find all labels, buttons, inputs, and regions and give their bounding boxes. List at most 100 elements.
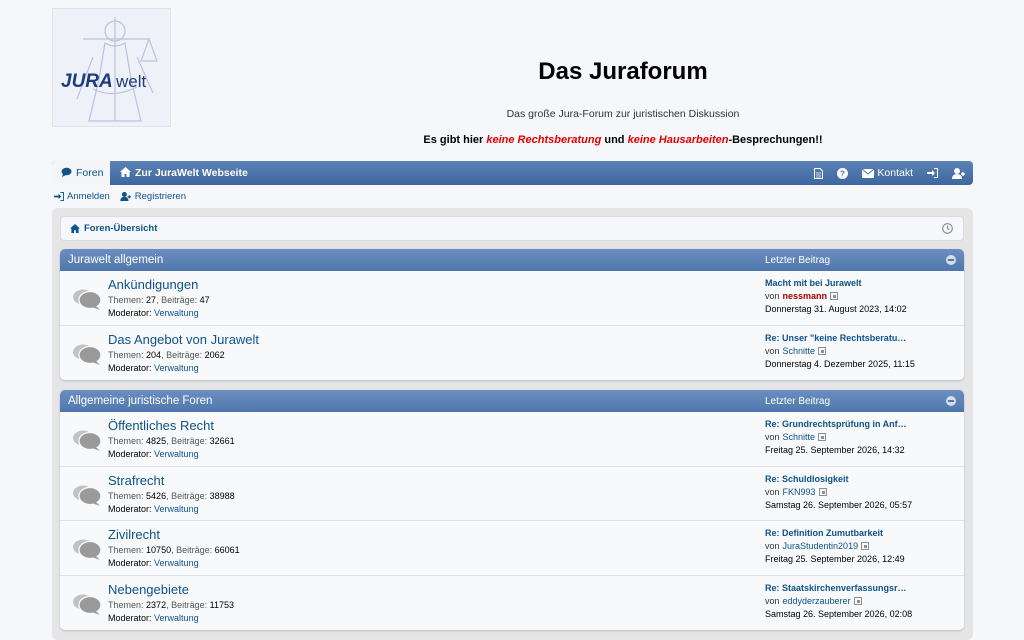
forum-stats: Themen: 204, Beiträge: 2062 bbox=[108, 349, 225, 360]
moderator-label: Moderator: bbox=[108, 449, 152, 459]
help-button[interactable]: ? bbox=[830, 161, 855, 185]
forum-title-link[interactable]: Das Angebot von Jurawelt bbox=[108, 332, 259, 347]
forum-read-icon bbox=[72, 429, 102, 454]
tab-foren[interactable]: Foren bbox=[52, 161, 110, 185]
tab-jurawelt-website[interactable]: Zur JuraWelt Webseite bbox=[110, 161, 248, 185]
by-label: von bbox=[765, 541, 780, 551]
forum-read-icon bbox=[72, 593, 102, 618]
posts-label: Beiträge: bbox=[171, 436, 208, 446]
question-icon: ? bbox=[837, 167, 849, 179]
topics-label: Themen: bbox=[108, 545, 144, 555]
forum-read-icon bbox=[72, 288, 102, 313]
moderator-link[interactable]: Verwaltung bbox=[154, 449, 199, 459]
last-post-header: Letzter Beitrag bbox=[765, 254, 831, 266]
envelope-icon bbox=[862, 168, 875, 178]
forum-stats: Themen: 10750, Beiträge: 66061 bbox=[108, 545, 240, 555]
category-header: Jurawelt allgemein Letzter Beitrag bbox=[60, 249, 964, 271]
category-title[interactable]: Allgemeine juristische Foren bbox=[68, 395, 212, 407]
svg-text:JURA: JURA bbox=[61, 71, 113, 92]
last-post-title-link[interactable]: Macht mit bei Jurawelt bbox=[765, 278, 915, 288]
register-button[interactable] bbox=[945, 161, 973, 185]
view-latest-post-icon[interactable] bbox=[861, 542, 870, 550]
site-logo[interactable]: JURA welt bbox=[52, 8, 171, 127]
posts-count: 66061 bbox=[214, 545, 240, 555]
login-link[interactable]: Anmelden bbox=[54, 191, 110, 202]
last-post: Re: Unser "keine Rechtsberatu… von Schnitt… bbox=[765, 333, 955, 369]
last-post-user-link[interactable]: FKN993 bbox=[783, 487, 816, 497]
user-plus-icon bbox=[120, 192, 131, 201]
justitia-logo-image: JURA welt bbox=[53, 9, 170, 126]
forum-list: Öffentliches Recht Themen: 4825, Beiträge… bbox=[60, 412, 964, 630]
forum-moderator: Moderator: Verwaltung bbox=[108, 558, 199, 568]
last-post-user-link[interactable]: eddyderzauberer bbox=[783, 596, 851, 606]
view-latest-post-icon[interactable] bbox=[830, 292, 839, 300]
collapse-icon[interactable] bbox=[946, 396, 956, 406]
last-post-user-link[interactable]: JuraStudentin2019 bbox=[783, 541, 859, 551]
last-post-title-link[interactable]: Re: Definition Zumutbarkeit bbox=[765, 528, 915, 538]
collapse-icon[interactable] bbox=[946, 255, 956, 265]
last-post-user-link[interactable]: Schnitte bbox=[783, 346, 816, 356]
faq-document-button[interactable] bbox=[807, 161, 830, 185]
topics-label: Themen: bbox=[108, 436, 144, 446]
sign-in-icon bbox=[54, 192, 64, 201]
last-post-title-link[interactable]: Re: Staatskirchenverfassungsr… bbox=[765, 583, 915, 593]
topics-label: Themen: bbox=[108, 295, 144, 305]
breadcrumb[interactable]: Foren-Übersicht bbox=[60, 216, 964, 241]
svg-text:welt: welt bbox=[115, 72, 147, 91]
contact-label: Kontakt bbox=[877, 167, 913, 179]
forum-stats: Themen: 2372, Beiträge: 11753 bbox=[108, 599, 234, 610]
last-post: Macht mit bei Jurawelt von nessmann Donners… bbox=[765, 278, 955, 314]
by-label: von bbox=[765, 486, 780, 497]
forum-stats: Themen: 5426, Beiträge: 38988 bbox=[108, 490, 235, 501]
posts-label: Beiträge: bbox=[161, 295, 198, 305]
posts-label: Beiträge: bbox=[171, 599, 208, 610]
forum-title-link[interactable]: Ankündigungen bbox=[108, 277, 198, 292]
by-label: von bbox=[765, 432, 780, 442]
last-post-date: Donnerstag 4. Dezember 2025, 11:15 bbox=[765, 358, 915, 369]
last-post-header: Letzter Beitrag bbox=[765, 395, 831, 407]
notice-text: Es gibt hier bbox=[423, 134, 487, 146]
forum-row: Öffentliches Recht Themen: 4825, Beiträge… bbox=[60, 412, 964, 467]
moderator-link[interactable]: Verwaltung bbox=[154, 613, 199, 623]
view-latest-post-icon[interactable] bbox=[818, 433, 827, 441]
moderator-link[interactable]: Verwaltung bbox=[154, 558, 199, 568]
forum-title-link[interactable]: Öffentliches Recht bbox=[108, 418, 214, 433]
contact-button[interactable]: Kontakt bbox=[855, 161, 920, 185]
moderator-link[interactable]: Verwaltung bbox=[154, 504, 199, 514]
moderator-label: Moderator: bbox=[108, 558, 152, 568]
last-post-user-link[interactable]: Schnitte bbox=[783, 432, 816, 442]
posts-count: 11753 bbox=[209, 599, 234, 610]
forum-read-icon bbox=[72, 343, 102, 368]
last-post-title-link[interactable]: Re: Unser "keine Rechtsberatu… bbox=[765, 333, 915, 343]
by-label: von bbox=[765, 345, 780, 356]
forum-moderator: Moderator: Verwaltung bbox=[108, 363, 199, 373]
view-latest-post-icon[interactable] bbox=[853, 596, 862, 605]
tab-foren-label: Foren bbox=[76, 167, 104, 179]
last-post-author: von Schnitte bbox=[765, 346, 955, 356]
last-post-title-link[interactable]: Re: Schuldlosigkeit bbox=[765, 474, 915, 484]
moderator-link[interactable]: Verwaltung bbox=[154, 363, 199, 373]
chat-bubble-icon bbox=[61, 167, 72, 180]
last-post-author: von eddyderzauberer bbox=[765, 596, 955, 606]
view-latest-post-icon[interactable] bbox=[818, 346, 827, 355]
moderator-label: Moderator: bbox=[108, 308, 152, 318]
forum-title-link[interactable]: Zivilrecht bbox=[108, 527, 160, 542]
notice-highlight-1: keine Rechtsberatung bbox=[486, 134, 602, 146]
topics-count: 10750 bbox=[146, 545, 172, 555]
view-latest-post-icon[interactable] bbox=[818, 487, 827, 496]
register-link[interactable]: Registrieren bbox=[120, 191, 186, 202]
last-post-title-link[interactable]: Re: Grundrechtsprüfung in Anf… bbox=[765, 419, 915, 429]
moderator-label: Moderator: bbox=[108, 362, 152, 373]
forum-title-link[interactable]: Strafrecht bbox=[108, 473, 164, 488]
posts-label: Beiträge: bbox=[166, 349, 203, 360]
last-post-user-link[interactable]: nessmann bbox=[783, 291, 828, 301]
forum-title-link[interactable]: Nebengebiete bbox=[108, 582, 189, 597]
moderator-link[interactable]: Verwaltung bbox=[154, 308, 199, 318]
topics-count: 204 bbox=[146, 349, 162, 360]
login-button[interactable] bbox=[920, 161, 945, 185]
by-label: von bbox=[765, 291, 780, 301]
category-title[interactable]: Jurawelt allgemein bbox=[68, 254, 163, 266]
forum-read-icon bbox=[72, 484, 102, 509]
by-label: von bbox=[765, 595, 780, 606]
last-post-date: Freitag 25. September 2026, 12:49 bbox=[765, 554, 905, 564]
